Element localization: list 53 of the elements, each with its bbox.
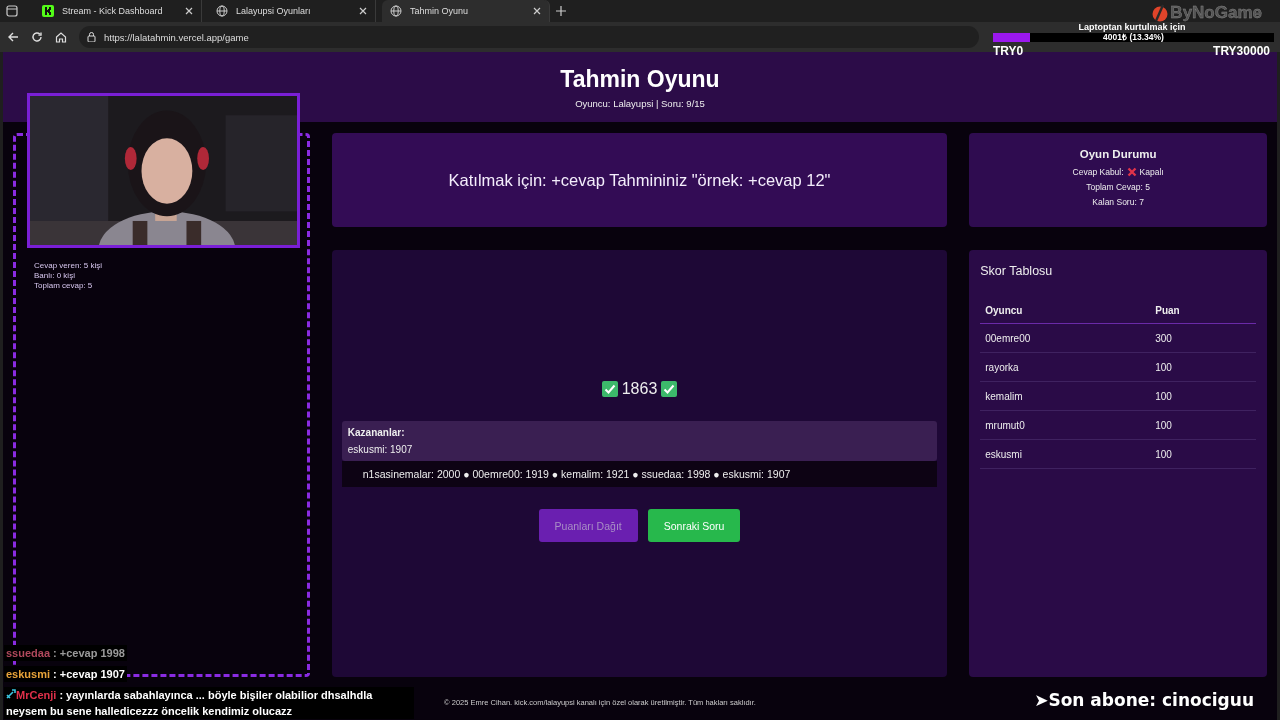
table-cell: 100 xyxy=(1155,361,1172,373)
status-value: Kapalı xyxy=(1139,167,1164,177)
stat-text: Toplam cevap: 5 xyxy=(34,281,94,290)
table-cell-text: kemalim xyxy=(985,390,1024,402)
winners-title: Kazananlar: xyxy=(347,427,406,438)
goal-max: TRY30000 xyxy=(1213,44,1270,58)
column-header: Puan xyxy=(1155,304,1180,316)
brand-name: ByNoGame xyxy=(1170,3,1262,23)
reload-icon[interactable] xyxy=(31,31,43,43)
guesses-text: n1sasinemalar: 2000 ● 00emre00: 1919 ● kemalim: 1921 ● ssuedaa: 1998 ● eskusmi: 1907 xyxy=(362,468,791,480)
sword-icon xyxy=(6,689,16,699)
table-cell-text: eskusmi xyxy=(985,448,1023,460)
tab-list-icon[interactable] xyxy=(6,5,18,17)
status-title: Oyun Durumu xyxy=(1079,148,1157,160)
table-cell: 100 xyxy=(1155,448,1172,460)
lock-icon xyxy=(87,32,96,42)
globe-icon xyxy=(390,5,402,17)
close-icon[interactable] xyxy=(359,7,367,15)
status-text: Toplam Cevap: 5 xyxy=(1086,182,1150,192)
chat-message: ssuedaa : +cevap 1998 xyxy=(4,645,127,661)
table-cell-text: 00emre00 xyxy=(985,332,1032,344)
answer-value: 1863 xyxy=(621,380,658,398)
table-cell-text: rayorka xyxy=(985,361,1020,373)
globe-icon xyxy=(216,5,228,17)
new-tab-icon[interactable] xyxy=(556,6,566,16)
goal-title: Laptoptan kurtulmak için xyxy=(1077,22,1187,32)
stat-text: Cevap veren: 5 kişi xyxy=(34,261,104,270)
page-subtitle: Oyuncu: Lalayupsi | Soru: 9/15 xyxy=(575,97,705,109)
chat-message: MrCenji : yayınlarda sabahlayınca ... böyle bişiler olabilior dhsalhdla neysem bu sene halledicezzz öncelik kendimiz olucazz xyxy=(4,687,414,719)
last-subscriber-text: ➤Son abone: cinociguu xyxy=(1034,690,1254,710)
table-cell: 300 xyxy=(1155,332,1172,344)
status-text: Kalan Soru: 7 xyxy=(1092,197,1144,207)
page-title: Tahmin Oyunu xyxy=(560,65,720,93)
close-icon[interactable] xyxy=(185,7,193,15)
browser-tab[interactable]: Tahmin Oyunu xyxy=(382,0,550,22)
prompt-text: Katılmak için: +cevap Tahmininiz "örnek: +cevap 12" xyxy=(448,170,831,190)
winner-entry: eskusmi: 1907 xyxy=(347,444,414,455)
column-header: Oyuncu xyxy=(985,304,1024,316)
status-label: Cevap Kabul: xyxy=(1072,167,1124,177)
table-cell: 100 xyxy=(1155,390,1172,402)
table-cell-text: mrumut0 xyxy=(985,419,1026,431)
goal-amount: 4001₺ (13.34%) xyxy=(1102,33,1165,42)
address-field[interactable]: https://lalatahmin.vercel.app/game xyxy=(79,26,979,48)
stat-text: Banlı: 0 kişi xyxy=(34,271,76,280)
home-icon[interactable] xyxy=(55,31,67,43)
chat-message: eskusmi : +cevap 1907 xyxy=(4,666,127,682)
back-icon[interactable] xyxy=(7,31,19,43)
k-logo-icon xyxy=(42,5,54,17)
check-icon xyxy=(661,381,678,397)
table-cell: 100 xyxy=(1155,419,1172,431)
close-icon[interactable] xyxy=(533,7,541,15)
scoreboard-title: Skor Tablosu xyxy=(980,264,1054,278)
goal-min: TRY0 xyxy=(993,44,1024,58)
